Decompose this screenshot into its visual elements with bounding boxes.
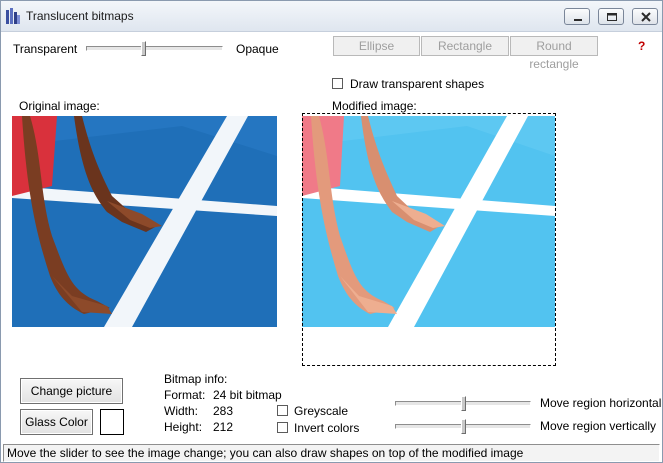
format-value: 24 bit bitmap [213,388,282,402]
minimize-button[interactable] [564,8,590,25]
invert-colors-checkbox[interactable] [277,422,288,433]
opacity-slider[interactable] [86,41,223,56]
opaque-label: Opaque [236,42,279,56]
maximize-icon [607,13,617,21]
invert-colors-label: Invert colors [294,421,360,435]
app-icon [6,8,20,24]
glass-color-button[interactable]: Glass Color [20,409,93,435]
bitmap-info-heading: Bitmap info: [164,372,228,386]
height-value: 212 [213,420,234,434]
round-rectangle-button[interactable]: Round rectangle [510,36,598,71]
greyscale-checkbox[interactable] [277,405,288,416]
rectangle-button[interactable]: Rectangle [421,36,509,56]
move-vertical-slider[interactable] [395,419,531,434]
original-image-label: Original image: [19,99,100,113]
status-bar: Move the slider to see the image change;… [3,444,660,462]
draw-transparent-checkbox[interactable] [332,78,343,89]
close-icon [641,12,651,22]
width-label: Width: [164,404,199,418]
window-title: Translucent bitmaps [26,9,134,23]
selection-region[interactable] [302,113,556,366]
modified-image-label: Modified image: [332,99,417,113]
height-label: Height: [164,420,203,434]
move-horizontal-thumb[interactable] [461,396,466,411]
move-vertical-thumb[interactable] [461,419,466,434]
close-button[interactable] [632,8,658,25]
move-horizontal-label: Move region horizontally [540,396,663,410]
maximize-button[interactable] [598,8,624,25]
original-image [12,116,277,327]
format-label: Format: [164,388,206,402]
move-vertical-label: Move region vertically [540,419,657,433]
width-value: 283 [213,404,234,418]
help-icon[interactable]: ? [638,39,645,53]
title-bar[interactable]: Translucent bitmaps [1,1,662,32]
app-window: Translucent bitmaps Transparent Opaque E… [0,0,663,463]
opacity-slider-track [86,46,223,51]
opacity-slider-thumb[interactable] [141,41,146,56]
move-horizontal-slider[interactable] [395,396,531,411]
transparent-label: Transparent [13,42,78,56]
glass-color-swatch[interactable] [100,409,124,435]
change-picture-button[interactable]: Change picture [20,378,123,404]
minimize-icon [574,19,582,21]
draw-transparent-label: Draw transparent shapes [350,77,485,91]
greyscale-label: Greyscale [294,404,349,418]
ellipse-button[interactable]: Ellipse [333,36,420,56]
